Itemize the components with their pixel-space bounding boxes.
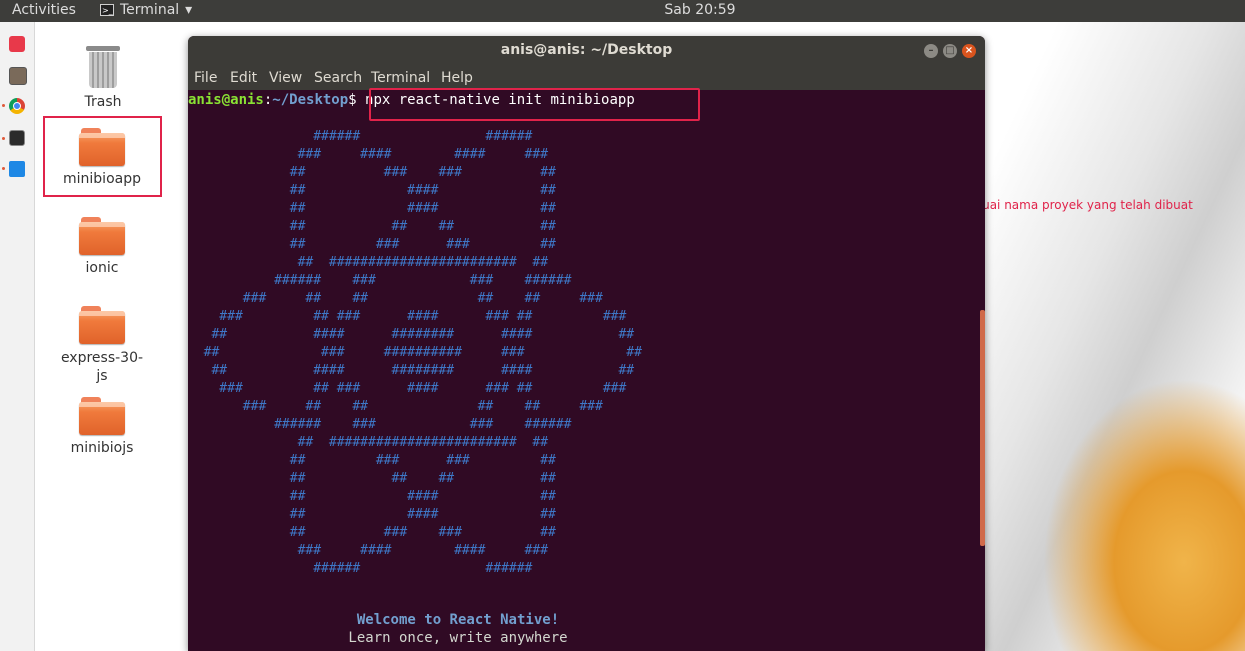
top-bar: Activities >_ Terminal ▾ Sab 20:59 bbox=[0, 0, 1245, 22]
minibiojs-folder[interactable]: minibiojs bbox=[52, 397, 152, 456]
minimize-button[interactable]: – bbox=[924, 44, 938, 58]
ascii-art-line: ### ## ## ## ## ### bbox=[188, 399, 603, 414]
prompt-path: ~/Desktop bbox=[272, 92, 349, 108]
trash-icon bbox=[86, 44, 120, 88]
desktop-icon-label: ionic bbox=[85, 260, 119, 276]
ascii-art-line: ## ######################## ## bbox=[188, 435, 549, 450]
clock-label: Sab 20:59 bbox=[664, 2, 736, 18]
ascii-art-line: ###### ###### bbox=[188, 561, 533, 576]
scrollbar[interactable] bbox=[980, 310, 985, 546]
running-indicator bbox=[2, 137, 5, 140]
terminal-icon[interactable] bbox=[9, 130, 25, 146]
desktop-icon-label: Trash bbox=[84, 94, 122, 110]
menu-edit[interactable]: Edit bbox=[230, 70, 257, 86]
folder-icon bbox=[79, 306, 125, 344]
ascii-art-line: ## ######################## ## bbox=[188, 255, 549, 270]
tagline-text: Learn once, write anywhere bbox=[348, 630, 568, 646]
ascii-art-line: ###### ### ### ###### bbox=[188, 417, 572, 432]
clock[interactable]: Sab 20:59 bbox=[0, 2, 1245, 18]
vscode-icon[interactable] bbox=[9, 161, 25, 177]
ascii-art-line: ## ### ### ## bbox=[188, 165, 556, 180]
close-button[interactable]: × bbox=[962, 44, 976, 58]
prompt-dollar: $ bbox=[348, 92, 357, 108]
ascii-art-line: ###### ###### bbox=[188, 129, 533, 144]
highlight-box-folder bbox=[43, 116, 162, 197]
maximize-button[interactable]: □ bbox=[943, 44, 957, 58]
menu-terminal[interactable]: Terminal bbox=[371, 70, 430, 86]
ascii-art-line: ## ### ### ## bbox=[188, 237, 556, 252]
desktop-icon-label: minibiojs bbox=[70, 440, 134, 456]
folder-icon bbox=[79, 397, 125, 435]
ascii-art-line: ### #### #### ### bbox=[188, 147, 549, 162]
ascii-art-line: ## #### ## bbox=[188, 183, 556, 198]
software-center-icon[interactable] bbox=[9, 36, 25, 52]
ascii-art-line: ## #### ## bbox=[188, 507, 556, 522]
welcome-text: Welcome to React Native! bbox=[356, 612, 560, 628]
menu-search[interactable]: Search bbox=[314, 70, 362, 86]
ascii-art-line: ## #### ## bbox=[188, 201, 556, 216]
window-title: anis@anis: ~/Desktop bbox=[500, 42, 673, 58]
ascii-art-line: ## ### ### ## bbox=[188, 525, 556, 540]
files-icon[interactable] bbox=[9, 67, 27, 85]
terminal-output[interactable]: anis@anis:~/Desktop$ npx react-native in… bbox=[188, 88, 985, 651]
ascii-art-line: ## ## ## ## bbox=[188, 471, 556, 486]
ascii-art-line: ## #### ## bbox=[188, 489, 556, 504]
window-titlebar[interactable]: anis@anis: ~/Desktop – □ × bbox=[188, 36, 985, 68]
ascii-art-line: ###### ### ### ###### bbox=[188, 273, 572, 288]
folder-icon bbox=[79, 217, 125, 255]
ascii-art-line: ## ### ### ## bbox=[188, 453, 556, 468]
highlight-box-command bbox=[369, 88, 700, 121]
menu-file[interactable]: File bbox=[194, 70, 217, 86]
running-indicator bbox=[2, 167, 5, 170]
menu-help[interactable]: Help bbox=[441, 70, 473, 86]
trash-desktop-icon[interactable]: Trash bbox=[53, 44, 153, 110]
menu-view[interactable]: View bbox=[269, 70, 302, 86]
ascii-art-line: ### ## ### #### ### ## ### bbox=[188, 309, 627, 324]
terminal-menubar: File Edit View Search Terminal Help bbox=[188, 68, 985, 90]
ascii-art-line: ## #### ######## #### ## bbox=[188, 327, 635, 342]
prompt-user: anis@anis bbox=[188, 92, 264, 108]
running-indicator bbox=[2, 104, 5, 107]
dock bbox=[0, 22, 35, 651]
ascii-art-line: ### #### #### ### bbox=[188, 543, 549, 558]
chrome-icon[interactable] bbox=[9, 98, 25, 114]
ionic-folder[interactable]: ionic bbox=[52, 217, 152, 276]
terminal-window[interactable]: anis@anis: ~/Desktop – □ × File Edit Vie… bbox=[188, 36, 985, 651]
express-30-js-folder[interactable]: express-30- js bbox=[52, 306, 152, 385]
ascii-art-line: ## #### ######## #### ## bbox=[188, 363, 635, 378]
ascii-art-line: ### ## ### #### ### ## ### bbox=[188, 381, 627, 396]
ascii-art-line: ## ## ## ## bbox=[188, 219, 556, 234]
ascii-art-line: ### ## ## ## ## ### bbox=[188, 291, 603, 306]
ascii-art-line: ## ### ########## ### ## bbox=[188, 345, 642, 360]
desktop-icon-label: express-30- js bbox=[60, 350, 144, 384]
